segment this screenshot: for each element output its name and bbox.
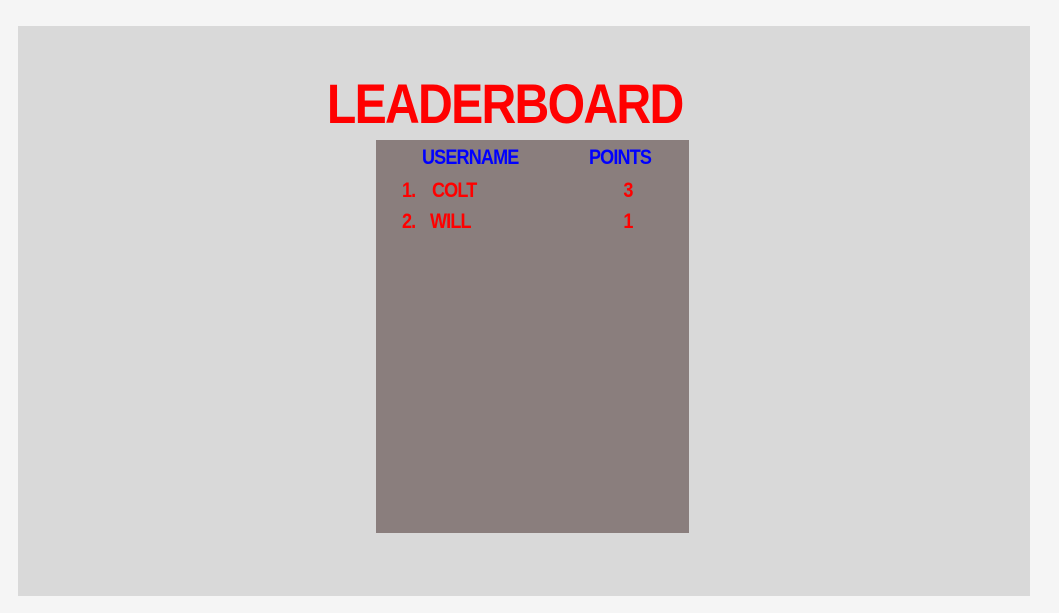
row-username: COLT [432, 179, 477, 202]
column-header-username: USERNAME [422, 146, 519, 169]
row-username: WILL [430, 210, 472, 233]
row-points: 1 [623, 210, 633, 233]
row-points: 3 [623, 179, 633, 202]
row-rank: 2. [402, 210, 416, 233]
column-header-points: POINTS [589, 146, 652, 169]
leaderboard-title: LEADERBOARD [326, 72, 684, 135]
row-rank: 1. [402, 179, 416, 202]
